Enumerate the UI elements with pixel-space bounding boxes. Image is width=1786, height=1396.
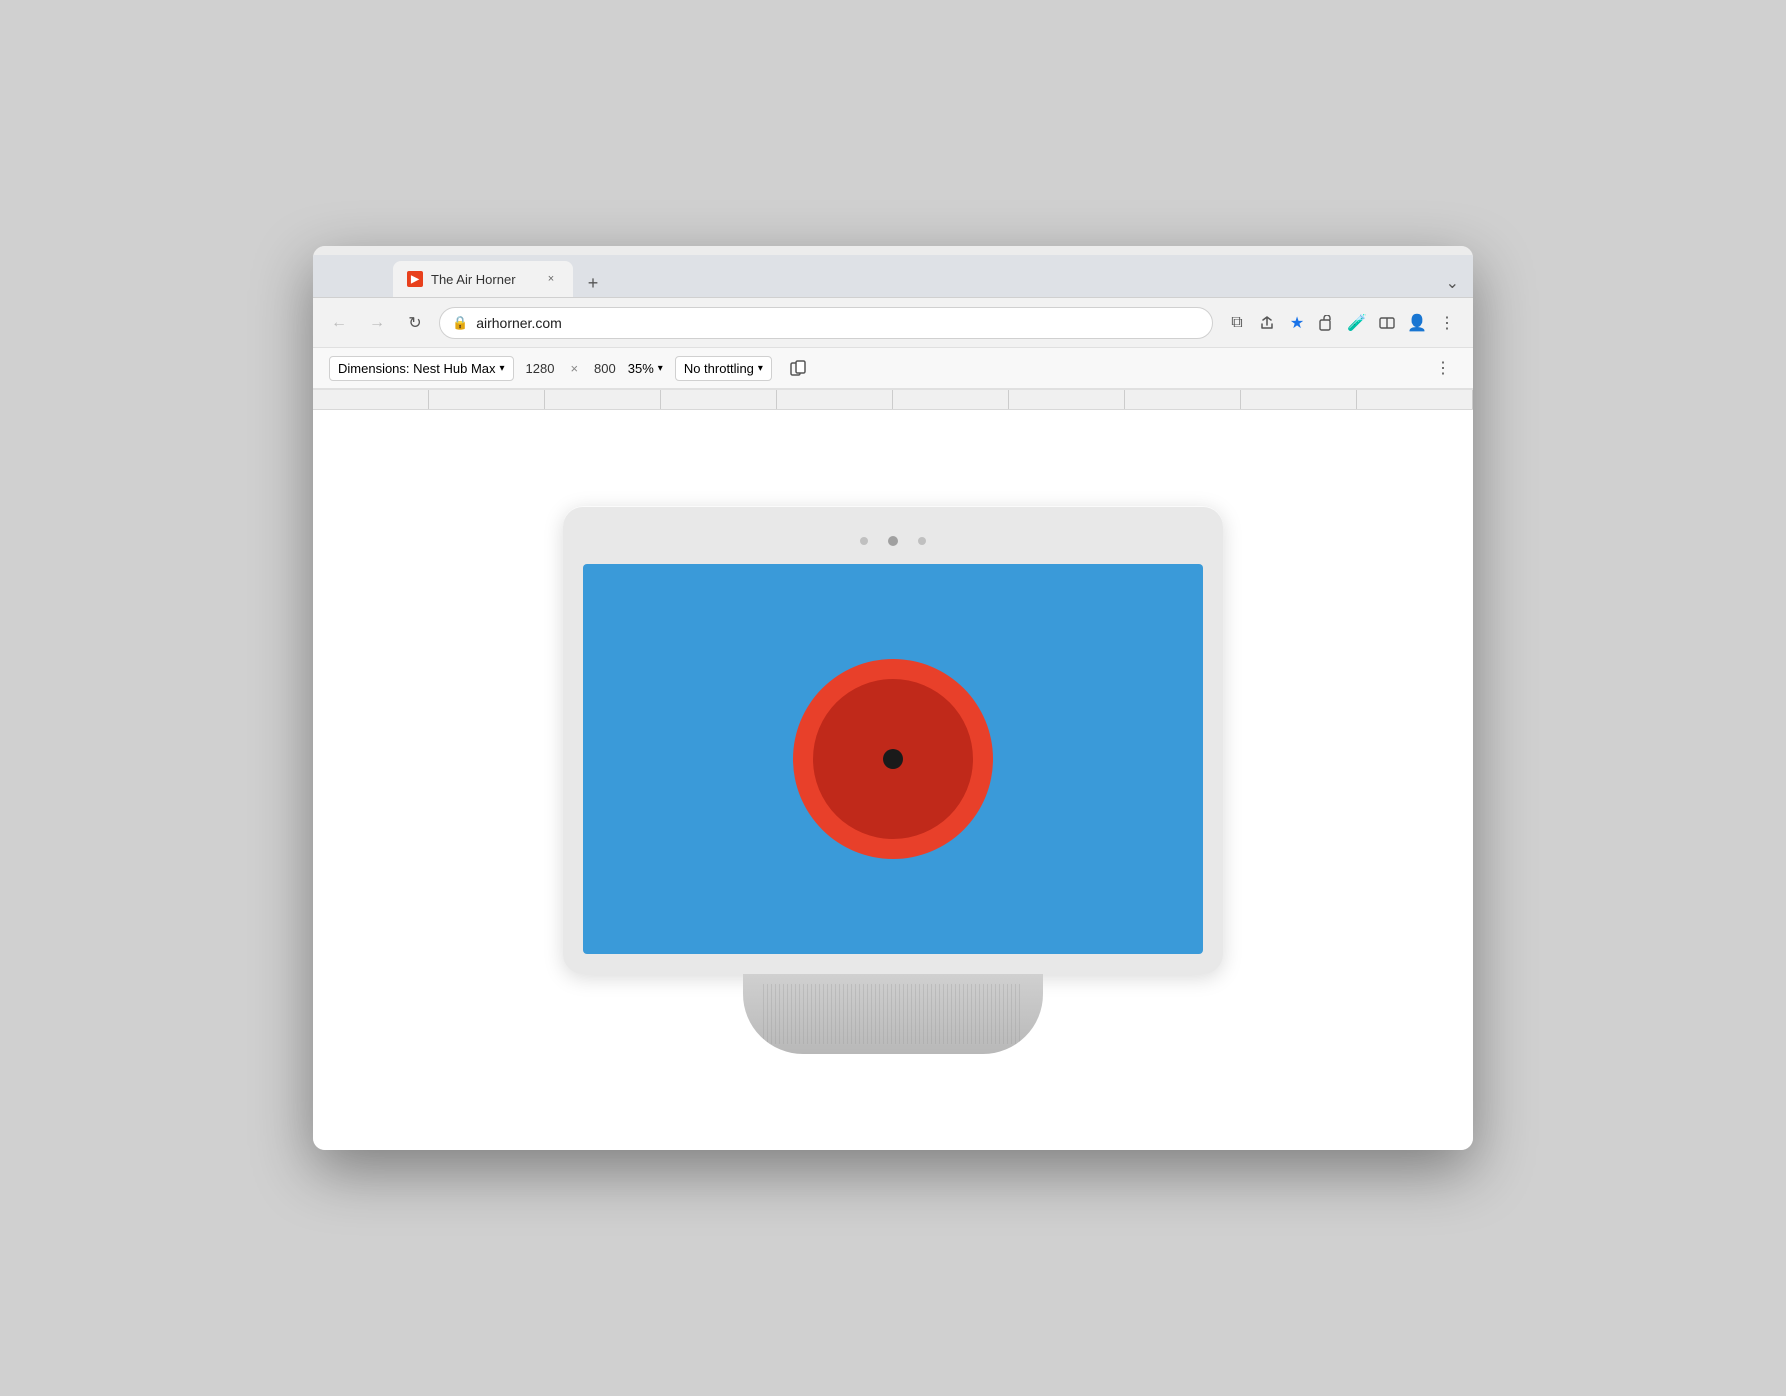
address-bar[interactable]: 🔒 airhorner.com — [439, 307, 1213, 339]
throttle-arrow-icon: ▾ — [758, 363, 763, 374]
url-text: airhorner.com — [476, 315, 1200, 331]
ruler — [313, 390, 1473, 410]
ruler-mark — [661, 390, 777, 409]
bookmark-icon[interactable]: ★ — [1283, 309, 1311, 337]
extensions-icon[interactable] — [1313, 309, 1341, 337]
ruler-mark — [429, 390, 545, 409]
device-mockup — [563, 506, 1223, 1054]
width-value[interactable]: 1280 — [526, 361, 555, 376]
throttle-label: No throttling — [684, 361, 754, 376]
device-top-bar — [583, 526, 1203, 556]
title-bar: ▶ The Air Horner × + ⌄ — [313, 246, 1473, 298]
profile-icon[interactable]: 👤 — [1403, 309, 1431, 337]
zoom-selector[interactable]: 35% ▾ — [628, 361, 663, 376]
forward-button[interactable]: → — [363, 309, 391, 337]
browser-window: ▶ The Air Horner × + ⌄ ← → ↻ 🔒 airhorner… — [313, 246, 1473, 1150]
rotate-button[interactable] — [784, 354, 812, 382]
back-button[interactable]: ← — [325, 309, 353, 337]
new-tab-button[interactable]: + — [579, 269, 607, 297]
device-body — [563, 506, 1223, 974]
horn-inner-circle — [813, 679, 973, 839]
devtools-toolbar: Dimensions: Nest Hub Max ▾ 1280 × 800 35… — [313, 348, 1473, 390]
device-camera — [888, 536, 898, 546]
content-area — [313, 410, 1473, 1150]
toolbar-icons: ⧉ ★ 🧪 👤 ⋮ — [1223, 309, 1461, 337]
height-value[interactable]: 800 — [594, 361, 616, 376]
dimensions-label: Dimensions: Nest Hub Max — [338, 361, 496, 376]
horn-center-dot — [883, 749, 903, 769]
dimensions-selector[interactable]: Dimensions: Nest Hub Max ▾ — [329, 356, 514, 381]
experiments-icon[interactable]: 🧪 — [1343, 309, 1371, 337]
ruler-mark — [313, 390, 429, 409]
throttle-selector[interactable]: No throttling ▾ — [675, 356, 772, 381]
ruler-mark — [1357, 390, 1473, 409]
dimension-separator: × — [570, 361, 578, 376]
chrome-menu-icon[interactable]: ⋮ — [1433, 309, 1461, 337]
ruler-mark — [1125, 390, 1241, 409]
tab-bar-end: ⌄ — [1446, 273, 1473, 297]
device-stand — [743, 974, 1043, 1054]
lock-icon: 🔒 — [452, 315, 468, 331]
device-dot-right — [918, 537, 926, 545]
horn-outer-circle[interactable] — [793, 659, 993, 859]
refresh-button[interactable]: ↻ — [401, 309, 429, 337]
browser-tab[interactable]: ▶ The Air Horner × — [393, 261, 573, 297]
tab-overflow-button[interactable]: ⌄ — [1446, 273, 1459, 293]
tab-bar: ▶ The Air Horner × + ⌄ — [313, 255, 1473, 297]
ruler-mark — [545, 390, 661, 409]
ruler-mark — [777, 390, 893, 409]
devtools-more-button[interactable]: ⋮ — [1429, 354, 1457, 382]
external-link-icon[interactable]: ⧉ — [1223, 309, 1251, 337]
layout-icon[interactable] — [1373, 309, 1401, 337]
tab-favicon: ▶ — [407, 271, 423, 287]
address-bar-row: ← → ↻ 🔒 airhorner.com ⧉ ★ 🧪 — [313, 298, 1473, 348]
ruler-mark — [893, 390, 1009, 409]
device-screen[interactable] — [583, 564, 1203, 954]
zoom-value: 35% — [628, 361, 654, 376]
ruler-mark — [1009, 390, 1125, 409]
tab-close-button[interactable]: × — [543, 271, 559, 287]
ruler-mark — [1241, 390, 1357, 409]
dimensions-arrow-icon: ▾ — [500, 363, 505, 374]
tab-title: The Air Horner — [431, 272, 535, 287]
zoom-arrow-icon: ▾ — [658, 363, 663, 374]
share-icon[interactable] — [1253, 309, 1281, 337]
device-dot-left — [860, 537, 868, 545]
